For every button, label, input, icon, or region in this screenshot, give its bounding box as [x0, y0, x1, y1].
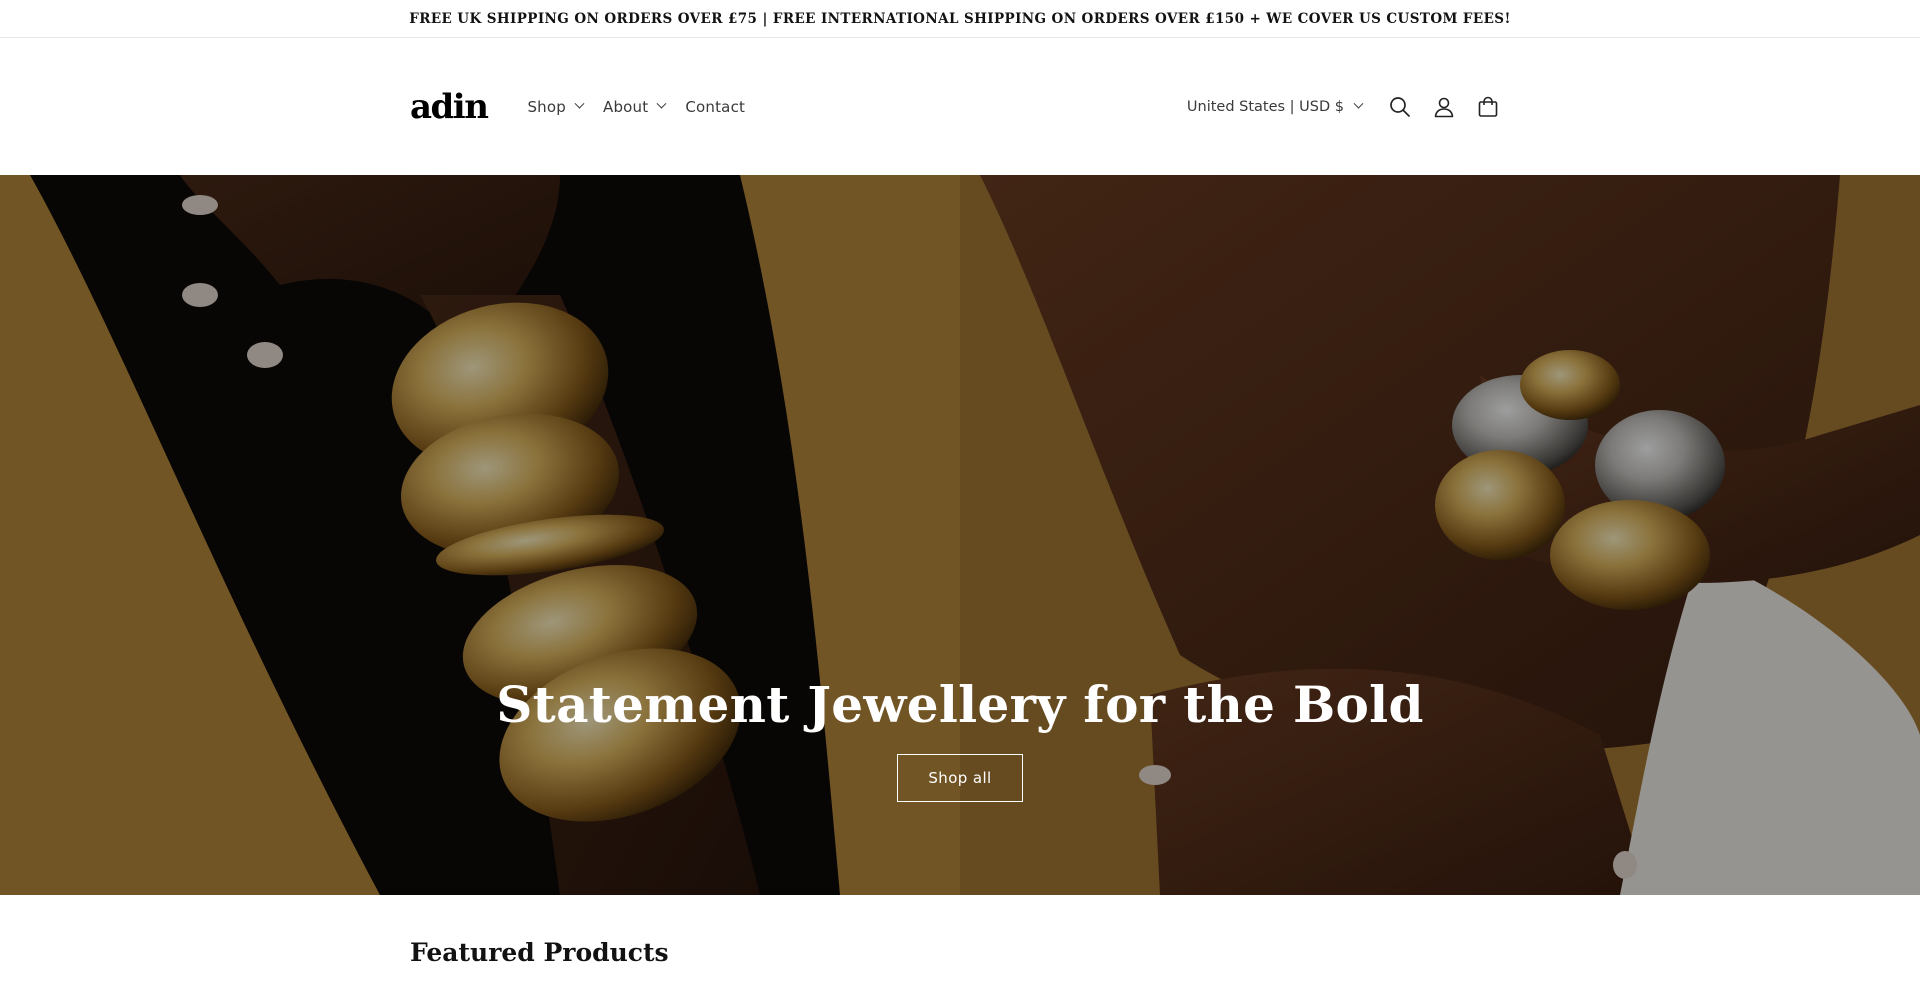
account-button[interactable] — [1422, 85, 1466, 129]
chevron-down-icon — [656, 98, 667, 109]
nav-item-label: Shop — [527, 97, 566, 116]
chevron-down-icon — [1353, 98, 1364, 109]
nav-item-about[interactable]: About — [602, 97, 667, 116]
announcement-bar: FREE UK SHIPPING ON ORDERS OVER £75 | FR… — [0, 0, 1920, 38]
site-logo[interactable]: adin — [410, 90, 489, 124]
hero-content: Statement Jewellery for the Bold Shop al… — [0, 675, 1920, 802]
account-icon — [1434, 97, 1454, 117]
hero-banner: Statement Jewellery for the Bold Shop al… — [0, 175, 1920, 895]
site-header: adin Shop About Contact United States | … — [0, 38, 1920, 175]
nav-item-shop[interactable]: Shop — [527, 97, 585, 116]
nav-item-label: Contact — [685, 97, 746, 116]
announcement-text: FREE UK SHIPPING ON ORDERS OVER £75 | FR… — [409, 10, 1511, 27]
cart-icon — [1478, 96, 1498, 117]
featured-products-heading: Featured Products — [410, 938, 669, 967]
chevron-down-icon — [574, 98, 585, 109]
main-nav: Shop About Contact — [527, 98, 745, 116]
locale-label: United States | USD $ — [1186, 98, 1344, 115]
shop-all-button[interactable]: Shop all — [897, 754, 1023, 802]
hero-title: Statement Jewellery for the Bold — [496, 675, 1424, 734]
cart-button[interactable] — [1466, 85, 1510, 129]
nav-item-label: About — [602, 97, 649, 116]
country-currency-selector[interactable]: United States | USD $ — [1186, 98, 1364, 115]
search-button[interactable] — [1378, 85, 1422, 129]
nav-item-contact[interactable]: Contact — [685, 98, 745, 116]
search-icon — [1390, 96, 1410, 117]
